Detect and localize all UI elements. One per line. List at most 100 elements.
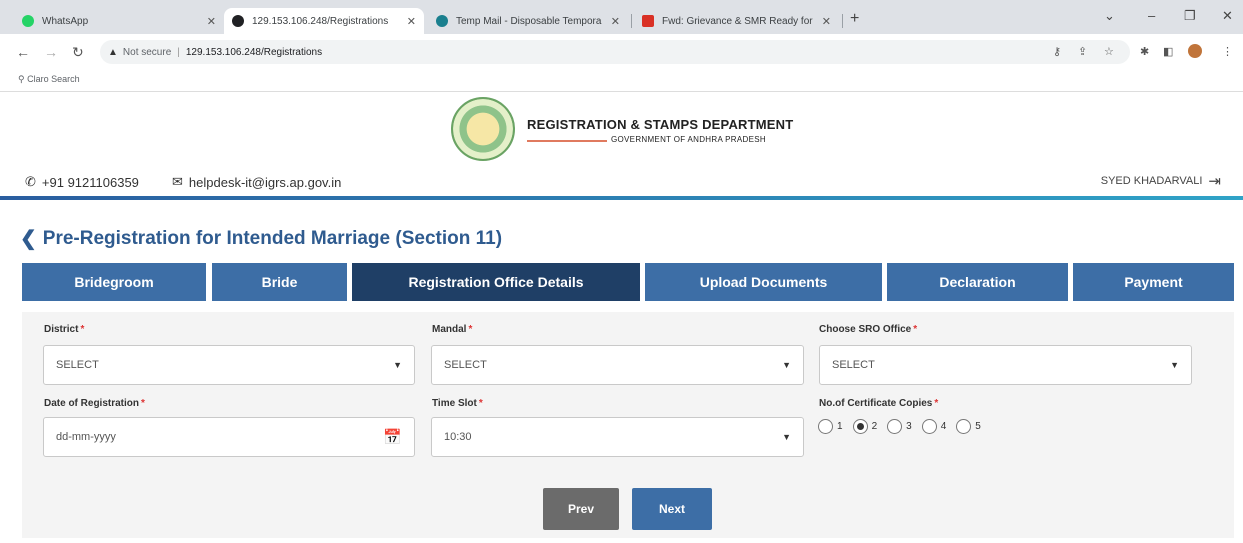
browser-tab-registrations[interactable]: 129.153.106.248/Registrations ✕ <box>224 8 424 34</box>
tab-payment[interactable]: Payment <box>1073 263 1234 301</box>
next-button[interactable]: Next <box>632 488 712 530</box>
star-icon[interactable]: ☆ <box>1104 45 1114 58</box>
address-bar-row: ← → ↻ ▲ Not secure | 129.153.106.248/Reg… <box>0 34 1243 70</box>
time-slot-select[interactable]: 10:30 ▼ <box>431 417 804 457</box>
district-select[interactable]: SELECT ▼ <box>43 345 415 385</box>
tab-title: WhatsApp <box>42 15 89 27</box>
tab-upload-documents[interactable]: Upload Documents <box>645 263 882 301</box>
radio-circle[interactable] <box>818 419 833 434</box>
dropdown-arrow-icon: ▼ <box>1170 360 1179 370</box>
tab-declaration[interactable]: Declaration <box>887 263 1068 301</box>
copies-radio-5[interactable]: 5 <box>956 419 981 434</box>
radio-circle[interactable] <box>921 419 937 434</box>
dropdown-arrow-icon: ▼ <box>393 360 402 370</box>
tab-search-icon[interactable]: ⌄ <box>1104 8 1115 24</box>
radio-circle-selected[interactable] <box>852 419 868 434</box>
share-icon[interactable]: ⇪ <box>1078 45 1087 58</box>
phone-number: +91 9121106359 <box>41 174 139 190</box>
phone-contact: ✆ +91 9121106359 <box>25 174 139 190</box>
browser-tab-bar: WhatsApp ✕ 129.153.106.248/Registrations… <box>0 0 1243 34</box>
date-input[interactable]: dd-mm-yyyy 📅 <box>43 417 415 457</box>
date-placeholder: dd-mm-yyyy <box>56 431 116 443</box>
reload-icon[interactable]: ↻ <box>72 44 84 61</box>
district-label: District * <box>44 324 84 335</box>
department-subtitle: GOVERNMENT OF ANDHRA PRADESH <box>611 135 766 144</box>
title-divider <box>527 140 607 142</box>
email-contact: ✉ helpdesk-it@igrs.ap.gov.in <box>172 174 341 190</box>
tab-title: Fwd: Grievance & SMR Ready for <box>662 15 813 27</box>
page-title: ❮ Pre-Registration for Intended Marriage… <box>20 226 502 251</box>
copies-radio-2[interactable]: 2 <box>852 419 877 434</box>
gmail-icon <box>642 15 654 27</box>
close-icon[interactable]: ✕ <box>611 15 620 28</box>
browser-tab-tempmail[interactable]: Temp Mail - Disposable Tempora ✕ <box>428 8 628 34</box>
date-label: Date of Registration * <box>44 398 145 409</box>
maximize-button[interactable]: ❐ <box>1184 8 1196 24</box>
menu-icon[interactable]: ⋮ <box>1222 45 1233 58</box>
copies-radio-1[interactable]: 1 <box>818 419 843 434</box>
back-icon[interactable]: ← <box>16 44 30 60</box>
time-slot-value: 10:30 <box>444 431 472 443</box>
prev-button[interactable]: Prev <box>543 488 619 530</box>
radio-label: 4 <box>940 421 947 432</box>
tab-bride[interactable]: Bride <box>212 263 347 301</box>
required-mark: * <box>468 324 473 335</box>
tab-title: Temp Mail - Disposable Tempora <box>456 15 602 27</box>
key-icon[interactable]: ⚷ <box>1053 45 1061 58</box>
logout-icon[interactable]: ⇥ <box>1208 172 1221 190</box>
required-mark: * <box>913 324 918 335</box>
browser-tab-whatsapp[interactable]: WhatsApp ✕ <box>14 8 224 34</box>
certificate-copies-label: No.of Certificate Copies * <box>819 398 938 409</box>
sro-office-label-text: Choose SRO Office <box>819 324 912 335</box>
whatsapp-icon <box>22 15 34 27</box>
sro-office-label: Choose SRO Office * <box>819 324 917 335</box>
search-icon: ⚲ <box>18 74 28 84</box>
radio-label: 1 <box>837 421 843 432</box>
minimize-button[interactable]: – <box>1148 8 1155 23</box>
mandal-label: Mandal * <box>432 324 472 335</box>
sro-office-select[interactable]: SELECT ▼ <box>819 345 1192 385</box>
user-name: SYED KHADARVALI <box>1100 175 1203 187</box>
close-icon[interactable]: ✕ <box>822 15 831 28</box>
url-input[interactable]: ▲ Not secure | 129.153.106.248/Registrat… <box>100 40 1130 64</box>
sidepanel-icon[interactable]: ◧ <box>1163 45 1173 58</box>
forward-icon[interactable]: → <box>44 44 58 60</box>
time-slot-label: Time Slot * <box>432 398 483 409</box>
close-icon[interactable]: ✕ <box>407 15 416 28</box>
radio-circle[interactable] <box>887 419 903 434</box>
district-value: SELECT <box>56 359 99 371</box>
date-label-text: Date of Registration <box>44 398 140 409</box>
close-window-button[interactable]: ✕ <box>1222 8 1233 24</box>
certificate-copies-radio-group: 1 2 3 4 5 <box>818 419 991 434</box>
bookmarks-bar: ⚲ Claro Search <box>0 70 1243 92</box>
security-label: Not secure <box>122 46 172 58</box>
copies-radio-3[interactable]: 3 <box>887 419 912 434</box>
dropdown-arrow-icon: ▼ <box>782 360 791 370</box>
user-menu[interactable]: SYED KHADARVALI ⇥ <box>1101 172 1221 190</box>
url-text: 129.153.106.248/Registrations <box>185 46 323 58</box>
district-label-text: District <box>44 324 79 335</box>
copies-radio-4[interactable]: 4 <box>921 419 947 434</box>
extensions-icon[interactable]: ✱ <box>1140 45 1149 58</box>
required-mark: * <box>80 324 85 335</box>
profile-avatar[interactable] <box>1188 44 1202 58</box>
tab-title: 129.153.106.248/Registrations <box>252 15 389 27</box>
mandal-select[interactable]: SELECT ▼ <box>431 345 804 385</box>
required-mark: * <box>478 398 483 409</box>
tab-separator <box>842 14 843 28</box>
tab-bridegroom[interactable]: Bridegroom <box>22 263 206 301</box>
radio-label: 3 <box>906 421 912 432</box>
radio-circle[interactable] <box>956 419 972 434</box>
browser-tab-gmail[interactable]: Fwd: Grievance & SMR Ready for ✕ <box>634 8 839 34</box>
email-address[interactable]: helpdesk-it@igrs.ap.gov.in <box>189 175 341 190</box>
back-chevron-icon[interactable]: ❮ <box>20 226 37 251</box>
sro-office-value: SELECT <box>832 359 875 371</box>
bookmark-claro-search[interactable]: Claro Search <box>27 74 80 84</box>
new-tab-button[interactable]: + <box>850 10 859 28</box>
calendar-icon[interactable]: 📅 <box>383 428 402 446</box>
close-icon[interactable]: ✕ <box>207 15 216 28</box>
site-icon <box>232 15 244 27</box>
dropdown-arrow-icon: ▼ <box>782 432 791 442</box>
tab-registration-office-details[interactable]: Registration Office Details <box>352 263 640 301</box>
required-mark: * <box>141 398 145 409</box>
